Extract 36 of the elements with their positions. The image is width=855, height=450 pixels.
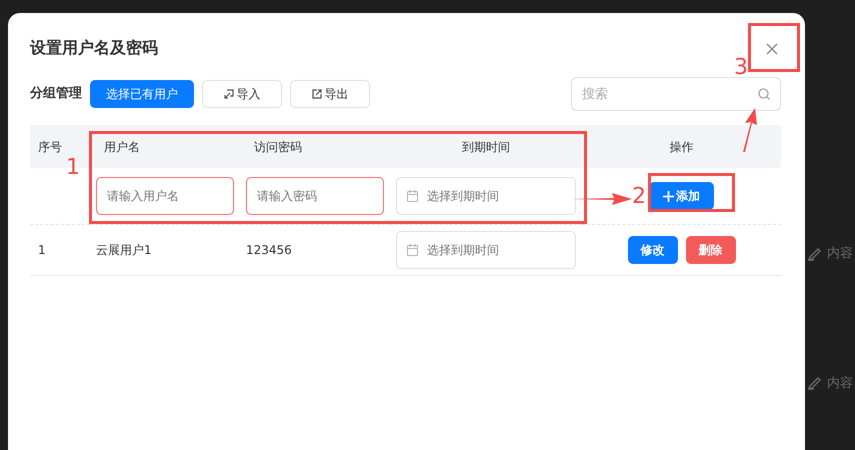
import-icon bbox=[224, 89, 234, 99]
toolbar-label: 分组管理 bbox=[30, 85, 82, 104]
edit-button[interactable]: 修改 bbox=[628, 236, 678, 264]
column-header: 访问密码 bbox=[254, 138, 302, 156]
search-icon bbox=[758, 88, 770, 100]
search-field[interactable]: 搜索 bbox=[571, 77, 781, 111]
highlight-frame bbox=[748, 23, 800, 72]
annotation-number: 3 bbox=[734, 57, 748, 79]
calendar-icon bbox=[407, 190, 418, 202]
export-icon bbox=[312, 89, 322, 99]
table-cell-text: 云展用户1 bbox=[96, 242, 152, 259]
add-button[interactable]: 添加 bbox=[649, 182, 714, 210]
background-text: 内容 bbox=[827, 374, 853, 392]
calendar-icon bbox=[407, 244, 418, 256]
table-cell-text: 123456 bbox=[246, 242, 292, 259]
row-index: 1 bbox=[38, 242, 46, 259]
annotation-number: 2 bbox=[632, 186, 646, 208]
close-icon[interactable] bbox=[766, 43, 778, 55]
dialog-title: 设置用户名及密码 bbox=[30, 38, 158, 58]
annotation-number: 1 bbox=[66, 157, 80, 179]
plus-icon bbox=[663, 190, 674, 202]
date-field[interactable]: 选择到期时间 bbox=[396, 177, 576, 215]
column-header: 到期时间 bbox=[462, 138, 510, 156]
import-button[interactable]: 导入 bbox=[202, 80, 282, 108]
delete-button[interactable]: 删除 bbox=[686, 236, 736, 264]
export-button[interactable]: 导出 bbox=[290, 80, 370, 108]
column-header: 操作 bbox=[670, 138, 694, 156]
column-header: 序号 bbox=[38, 138, 62, 156]
pencil-icon bbox=[807, 376, 821, 390]
column-header: 用户名 bbox=[104, 138, 140, 156]
input-field[interactable]: 请输入用户名 bbox=[96, 177, 234, 215]
select-users-button[interactable]: 选择已有用户 bbox=[90, 80, 194, 108]
pencil-icon bbox=[807, 246, 821, 261]
background-text: 内容 bbox=[827, 245, 853, 263]
input-field[interactable]: 请输入密码 bbox=[246, 177, 384, 215]
date-field[interactable]: 选择到期时间 bbox=[396, 231, 576, 269]
